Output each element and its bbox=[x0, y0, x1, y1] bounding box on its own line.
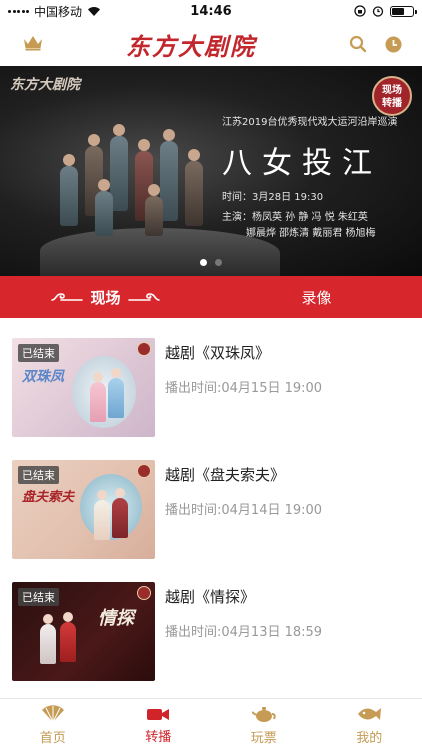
wifi-icon bbox=[88, 6, 101, 16]
carousel-dot[interactable] bbox=[215, 259, 222, 266]
cloud-ornament-icon bbox=[51, 293, 84, 301]
fan-icon bbox=[41, 704, 64, 722]
thumb-calligraphy: 情探 bbox=[98, 608, 134, 629]
list-item[interactable]: 情探 已结束 越剧《情探》 播出时间:04月13日 18:59 bbox=[12, 582, 412, 682]
ended-badge: 已结束 bbox=[18, 588, 59, 606]
item-thumbnail: 盘夫索夫 已结束 bbox=[12, 460, 155, 559]
nav-home-label: 首页 bbox=[39, 730, 66, 746]
tab-live-label: 现场 bbox=[90, 288, 121, 307]
video-camera-icon bbox=[147, 708, 170, 720]
promo-banner[interactable]: 东方大剧院 现场 转播 江苏2019台优秀现代戏大运河沿岸巡演 八女投江 时间：… bbox=[0, 66, 422, 276]
nav-relay[interactable]: 转播 bbox=[106, 699, 212, 750]
list-item[interactable]: 盘夫索夫 已结束 越剧《盘夫索夫》 播出时间:04月14日 19:00 bbox=[12, 460, 412, 560]
tab-recording-label: 录像 bbox=[301, 288, 332, 307]
item-time: 播出时间:04月14日 19:00 bbox=[165, 503, 323, 518]
item-title: 越剧《盘夫索夫》 bbox=[165, 466, 286, 484]
banner-subtitle: 江苏2019台优秀现代戏大运河沿岸巡演 bbox=[222, 117, 398, 128]
status-bar: 中国移动 14:46 bbox=[0, 0, 422, 22]
tab-live[interactable]: 现场 bbox=[0, 276, 211, 318]
crown-icon[interactable] bbox=[22, 33, 44, 51]
banner-cast-line1: 主演：杨凤英 孙 静 冯 悦 朱红英 bbox=[222, 212, 368, 223]
nav-play-label: 玩票 bbox=[250, 730, 277, 746]
nav-mine[interactable]: 我的 bbox=[317, 699, 422, 750]
battery-icon bbox=[390, 5, 417, 17]
app-title: 东方大剧院 bbox=[126, 31, 256, 61]
item-title: 越剧《双珠凤》 bbox=[165, 344, 271, 362]
nav-mine-label: 我的 bbox=[356, 730, 383, 746]
fish-icon bbox=[358, 707, 382, 720]
teapot-icon bbox=[251, 706, 276, 722]
item-thumbnail: 双珠凤 已结束 bbox=[12, 338, 155, 437]
clock-icon[interactable] bbox=[385, 36, 402, 53]
carrier-label: 中国移动 bbox=[34, 4, 83, 19]
rotation-lock-icon bbox=[354, 5, 366, 17]
thumb-calligraphy: 双珠凤 bbox=[22, 369, 64, 385]
nav-play[interactable]: 玩票 bbox=[211, 699, 317, 750]
carousel-dot[interactable] bbox=[200, 259, 207, 266]
bottom-nav: 首页 转播 玩票 我的 bbox=[0, 698, 422, 750]
live-relay-badge: 现场 转播 bbox=[372, 76, 412, 116]
item-time: 播出时间:04月15日 19:00 bbox=[165, 381, 323, 396]
nav-relay-label: 转播 bbox=[145, 729, 172, 745]
list-item[interactable]: 双珠凤 已结束 越剧《双珠凤》 播出时间:04月15日 19:00 bbox=[12, 338, 412, 438]
item-title: 越剧《情探》 bbox=[165, 588, 256, 606]
badge-line1: 现场 bbox=[382, 85, 402, 96]
search-icon[interactable] bbox=[349, 35, 367, 53]
app-header: 东方大剧院 bbox=[0, 22, 422, 66]
status-time: 14:46 bbox=[190, 3, 232, 19]
cloud-ornament-icon bbox=[127, 293, 160, 301]
carousel-dots bbox=[0, 259, 422, 266]
badge-line2: 转播 bbox=[382, 98, 402, 109]
banner-time: 时间：3月28日 19:30 bbox=[222, 192, 324, 203]
tab-bar: 现场 录像 bbox=[0, 276, 422, 318]
banner-main-title: 八女投江 bbox=[222, 146, 382, 181]
banner-cast-line2: 娜晨烨 邵炼清 戴丽君 杨旭梅 bbox=[246, 228, 376, 239]
alarm-icon bbox=[372, 6, 384, 17]
thumb-calligraphy: 盘夫索夫 bbox=[22, 490, 75, 505]
tab-recording[interactable]: 录像 bbox=[211, 276, 422, 318]
ended-badge: 已结束 bbox=[18, 344, 59, 362]
signal-icon bbox=[8, 9, 29, 13]
nav-home[interactable]: 首页 bbox=[0, 699, 106, 750]
banner-stage-image bbox=[40, 106, 280, 276]
ended-badge: 已结束 bbox=[18, 466, 59, 484]
banner-logo: 东方大剧院 bbox=[10, 77, 80, 93]
item-thumbnail: 情探 已结束 bbox=[12, 582, 155, 681]
item-time: 播出时间:04月13日 18:59 bbox=[165, 625, 323, 640]
